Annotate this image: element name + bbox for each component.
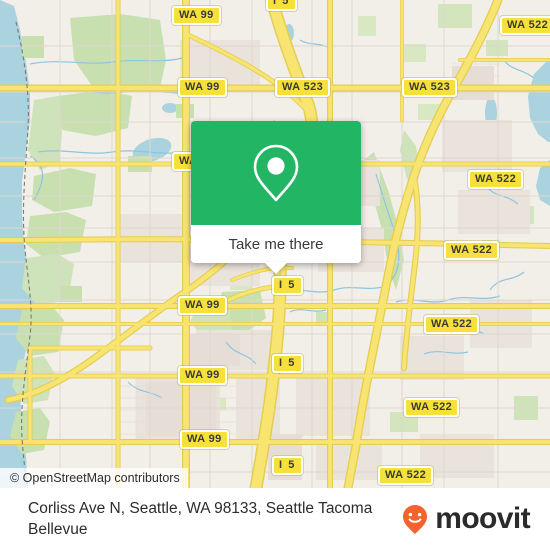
map-pin-icon xyxy=(253,144,299,202)
osm-attribution[interactable]: © OpenStreetMap contributors xyxy=(0,468,188,488)
shield-i5: I 5 xyxy=(272,456,304,475)
shield-wa-522: WA 522 xyxy=(500,16,550,35)
moovit-brand[interactable]: moovit xyxy=(398,502,536,536)
popup-header xyxy=(191,121,361,225)
shield-wa-99: WA 99 xyxy=(178,366,227,385)
shield-i5-top-clipped: I 5 xyxy=(266,0,298,11)
location-popup-card[interactable]: Take me there xyxy=(191,121,361,274)
shield-wa-522: WA 522 xyxy=(404,398,460,417)
shield-wa-99: WA 99 xyxy=(178,78,227,97)
shield-wa-522: WA 522 xyxy=(468,170,524,189)
shield-i5: I 5 xyxy=(272,354,304,373)
shield-wa-99: WA 99 xyxy=(172,6,221,25)
moovit-pin-smiley-icon xyxy=(403,505,428,534)
osm-attribution-text: © OpenStreetMap contributors xyxy=(10,471,180,485)
address-label: Corliss Ave N, Seattle, WA 98133, Seattl… xyxy=(28,500,373,538)
moovit-wordmark: moovit xyxy=(435,502,530,535)
shield-wa-522: WA 522 xyxy=(378,466,434,485)
shield-i5: I 5 xyxy=(272,276,304,295)
shield-wa-99: WA 99 xyxy=(178,296,227,315)
shield-wa-523: WA 523 xyxy=(275,78,331,97)
shield-wa-99: WA 99 xyxy=(180,430,229,449)
map-canvas[interactable]: WA 99 I 5 WA 522 WA 99 WA 523 WA 523 WA 99 WA 5… xyxy=(0,0,550,488)
popup-pointer-triangle xyxy=(264,262,288,274)
shield-wa-523: WA 523 xyxy=(402,78,458,97)
popup-action-bar[interactable]: Take me there xyxy=(191,225,361,263)
shield-wa-522: WA 522 xyxy=(424,315,480,334)
map-screenshot-root: WA 99 I 5 WA 522 WA 99 WA 523 WA 523 WA 99 WA 5… xyxy=(0,0,550,550)
shield-wa-522: WA 522 xyxy=(444,241,500,260)
footer-bar: Corliss Ave N, Seattle, WA 98133, Seattl… xyxy=(0,488,550,550)
take-me-there-label: Take me there xyxy=(228,235,324,253)
